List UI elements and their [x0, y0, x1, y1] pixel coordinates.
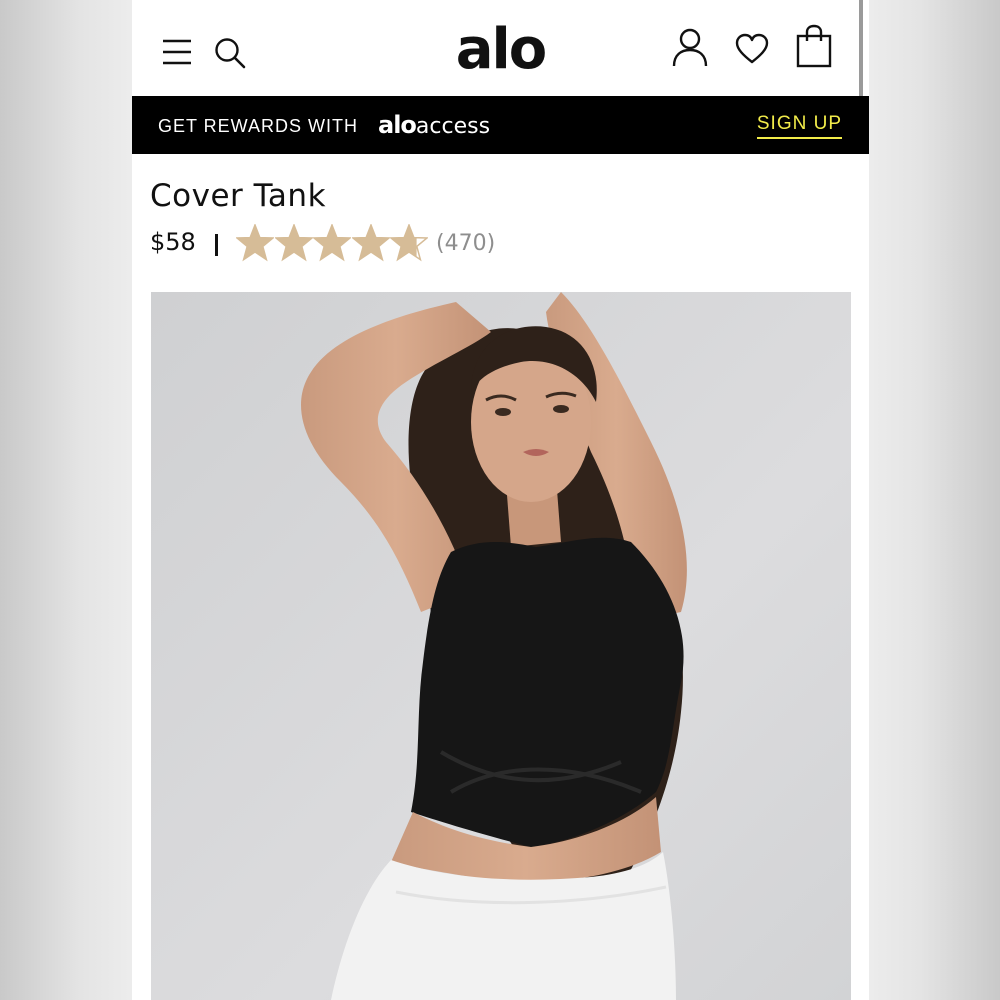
star-icon [390, 224, 428, 262]
alo-access-logo-bold: alo [378, 111, 417, 139]
product-photo[interactable] [151, 292, 851, 1000]
account-icon[interactable] [672, 28, 708, 68]
product-title: Cover Tank [150, 178, 327, 214]
heart-icon[interactable] [735, 33, 769, 65]
rewards-text: GET REWARDS WITH [158, 116, 358, 136]
product-page: alo GET REWARDS WITH aloaccess SIGN UP C… [132, 0, 869, 1000]
star-icon [313, 224, 351, 262]
site-header: alo [132, 0, 869, 96]
alo-access-logo: aloaccess [378, 96, 490, 156]
review-count[interactable]: (470) [436, 231, 495, 256]
sign-up-link[interactable]: SIGN UP [756, 113, 842, 139]
scrollbar[interactable] [859, 0, 863, 96]
star-rating[interactable] [236, 224, 428, 262]
product-price: $58 [150, 228, 196, 256]
rewards-banner: GET REWARDS WITH aloaccess SIGN UP [132, 96, 869, 154]
star-icon [351, 224, 390, 262]
product-photo-illustration [151, 292, 851, 1000]
star-icon [274, 224, 313, 262]
price-divider [215, 234, 218, 256]
alo-access-logo-light: access [415, 114, 491, 139]
star-icon [236, 224, 274, 262]
shopping-bag-icon[interactable] [796, 24, 832, 68]
